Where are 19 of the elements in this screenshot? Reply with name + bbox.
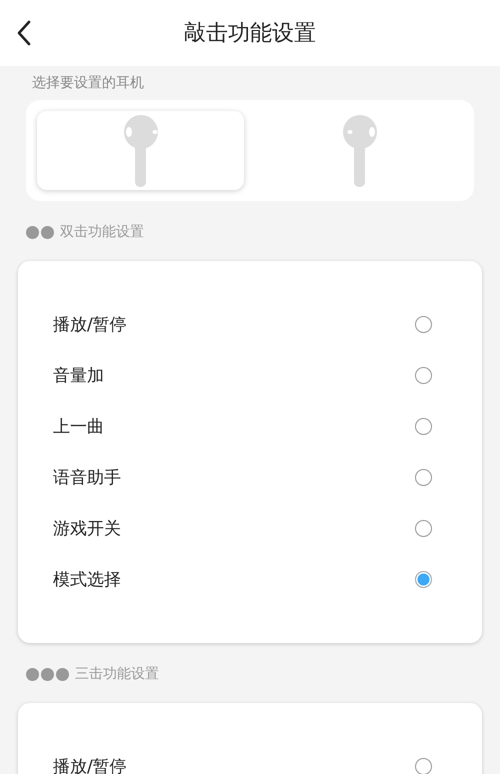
radio-button[interactable] (415, 520, 432, 537)
option-label: 播放/暂停 (53, 314, 127, 336)
section-label: 选择要设置的耳机 (31, 74, 145, 93)
radio-button[interactable] (415, 367, 432, 384)
radio-button[interactable] (415, 469, 432, 486)
option-label: 上一曲 (53, 416, 104, 438)
radio-button[interactable] (415, 571, 432, 588)
option-label: 模式选择 (53, 569, 121, 591)
radio-button[interactable] (415, 418, 432, 435)
page-title: 敲击功能设置 (184, 20, 316, 48)
section-label: 三击功能设置 (75, 665, 159, 683)
radio-button[interactable] (415, 316, 432, 333)
section-label: 双击功能设置 (60, 223, 144, 241)
tap-dots-icon (26, 226, 54, 238)
tap-dots-icon (26, 668, 69, 680)
option-label: 游戏开关 (53, 518, 121, 540)
radio-button[interactable] (415, 758, 432, 774)
option-label: 音量加 (53, 365, 104, 387)
option-label: 语音助手 (53, 467, 121, 489)
